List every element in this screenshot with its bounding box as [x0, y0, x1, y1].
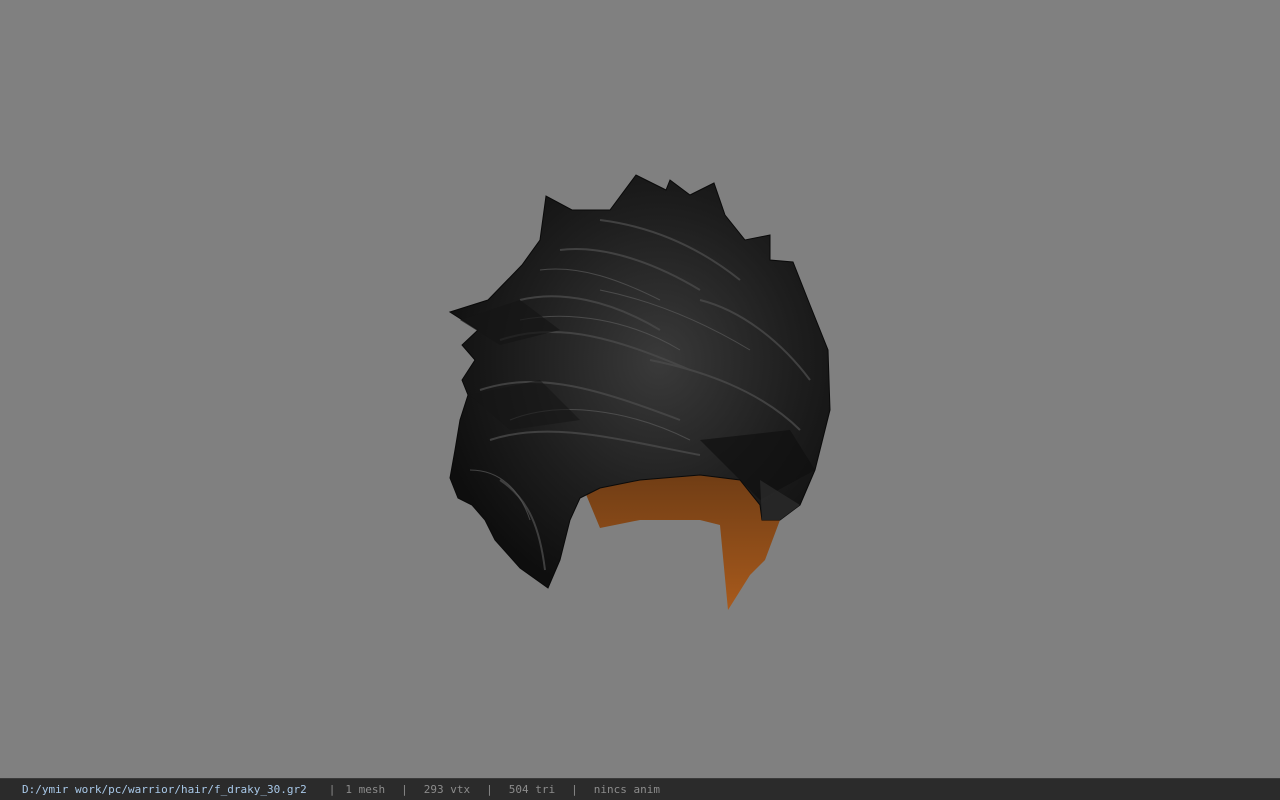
status-separator: |	[571, 783, 578, 796]
3d-viewport[interactable]	[0, 0, 1280, 778]
status-separator: |	[328, 783, 336, 796]
mesh-count-label: 1 mesh	[345, 783, 386, 796]
vertex-count-label: 293 vtx	[423, 783, 471, 796]
animation-status-label: nincs anim	[593, 783, 660, 796]
status-separator: |	[401, 783, 408, 796]
hair-model-render	[448, 174, 831, 610]
status-bar: D:/ymir work/pc/warrior/hair/f_draky_30.…	[0, 778, 1280, 800]
triangle-count-label: 504 tri	[508, 783, 556, 796]
file-path-label: D:/ymir work/pc/warrior/hair/f_draky_30.…	[22, 783, 307, 796]
status-separator: |	[486, 783, 493, 796]
